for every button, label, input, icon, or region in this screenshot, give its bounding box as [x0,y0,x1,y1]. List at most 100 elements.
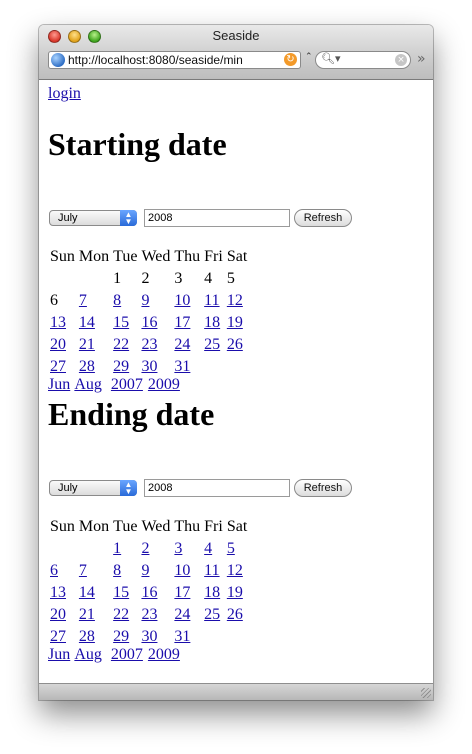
day-link[interactable]: 15 [113,584,129,601]
day-link[interactable]: 7 [79,292,87,309]
day-link[interactable]: 20 [50,606,66,623]
month-select[interactable]: July ▲ ▼ [49,210,137,226]
week-row: 6 7 8 9 10 11 12 [48,290,249,312]
status-bar [39,683,433,700]
day-link[interactable]: 12 [227,292,243,309]
login-link[interactable]: login [48,85,81,103]
day-link[interactable]: 8 [113,292,121,309]
day-link[interactable]: 21 [79,336,95,353]
day-link[interactable]: 22 [113,606,129,623]
month-select[interactable]: July ▲ ▼ [49,480,137,496]
address-text[interactable]: http://localhost:8080/seaside/min [68,53,276,67]
day-link[interactable]: 27 [50,628,66,645]
day-cell: 11 [202,560,225,582]
address-bar[interactable]: http://localhost:8080/seaside/min ↻ [48,51,301,69]
day-link[interactable]: 20 [50,336,66,353]
day-cell: 21 [77,604,111,626]
day-link[interactable]: 7 [79,562,87,579]
day-cell: 30 [139,356,172,378]
prev-month-link[interactable]: Jun [48,376,70,393]
day-link[interactable]: 25 [204,336,220,353]
day-link[interactable]: 31 [174,358,190,375]
day-cell: 8 [111,560,139,582]
toolbar-overflow-icon[interactable]: » [417,51,426,67]
reload-icon[interactable]: ↻ [284,53,297,66]
day-link[interactable]: 30 [141,358,157,375]
day-link[interactable]: 13 [50,314,66,331]
day-link[interactable]: 1 [113,540,121,557]
resize-grip-icon[interactable] [421,688,431,698]
day-link[interactable]: 9 [141,562,149,579]
day-cell: 6 [48,560,77,582]
weekday-header: Tue [113,248,138,265]
day-link[interactable]: 31 [174,628,190,645]
prev-year-link[interactable]: 2007 [111,646,143,663]
day-link[interactable]: 26 [227,606,243,623]
day-link[interactable]: 24 [174,606,190,623]
next-year-link[interactable]: 2009 [148,376,180,393]
refresh-button[interactable]: Refresh [294,209,352,227]
day-link[interactable]: 8 [113,562,121,579]
address-menu-icon[interactable]: ⌃ [305,52,313,62]
clear-search-icon[interactable]: × [395,54,407,66]
day-link[interactable]: 11 [204,562,219,579]
day-link[interactable]: 24 [174,336,190,353]
day-link[interactable]: 23 [141,606,157,623]
search-field[interactable]: 🔍︎▾ × [315,51,411,69]
next-month-link[interactable]: Aug [74,376,102,393]
day-link[interactable]: 29 [113,628,129,645]
next-year-link[interactable]: 2009 [148,646,180,663]
day-link[interactable]: 22 [113,336,129,353]
week-row: 20 21 22 23 24 25 26 [48,334,249,356]
day-link[interactable]: 13 [50,584,66,601]
day-link[interactable]: 30 [141,628,157,645]
refresh-button[interactable]: Refresh [294,479,352,497]
day-cell: 19 [225,312,249,334]
day-link[interactable]: 25 [204,606,220,623]
day-link[interactable]: 27 [50,358,66,375]
day-link[interactable]: 17 [174,314,190,331]
day-link[interactable]: 9 [141,292,149,309]
day-link[interactable]: 14 [79,314,95,331]
day-link[interactable]: 18 [204,314,220,331]
day-link[interactable]: 16 [141,584,157,601]
day-cell: 16 [139,312,172,334]
day-link[interactable]: 28 [79,628,95,645]
day-link[interactable]: 12 [227,562,243,579]
day-link[interactable]: 2 [141,540,149,557]
week-row: 20 21 22 23 24 25 26 [48,604,249,626]
day-link[interactable]: 15 [113,314,129,331]
day-cell: 10 [172,560,202,582]
day-link[interactable]: 16 [141,314,157,331]
day-link[interactable]: 26 [227,336,243,353]
day-link[interactable]: 10 [174,292,190,309]
day-link[interactable]: 18 [204,584,220,601]
day-link[interactable]: 29 [113,358,129,375]
day-link[interactable]: 5 [227,540,235,557]
day-link[interactable]: 14 [79,584,95,601]
day-cell [202,626,225,648]
day-link[interactable]: 19 [227,584,243,601]
day-cell: 31 [172,626,202,648]
day-link[interactable]: 19 [227,314,243,331]
day-link[interactable]: 23 [141,336,157,353]
day-link[interactable]: 10 [174,562,190,579]
prev-month-link[interactable]: Jun [48,646,70,663]
day-cell: 4 [204,270,213,287]
day-link[interactable]: 6 [50,562,58,579]
day-link[interactable]: 4 [204,540,212,557]
day-link[interactable]: 21 [79,606,95,623]
day-link[interactable]: 17 [174,584,190,601]
day-cell: 19 [225,582,249,604]
day-link[interactable]: 28 [79,358,95,375]
day-link[interactable]: 11 [204,292,219,309]
year-input[interactable]: 2008 [144,479,290,497]
prev-year-link[interactable]: 2007 [111,376,143,393]
year-input[interactable]: 2008 [144,209,290,227]
search-icon[interactable]: 🔍︎▾ [321,52,341,65]
day-link[interactable]: 3 [174,540,182,557]
day-cell: 27 [48,356,77,378]
day-cell: 24 [172,334,202,356]
day-cell [225,356,249,378]
next-month-link[interactable]: Aug [74,646,102,663]
